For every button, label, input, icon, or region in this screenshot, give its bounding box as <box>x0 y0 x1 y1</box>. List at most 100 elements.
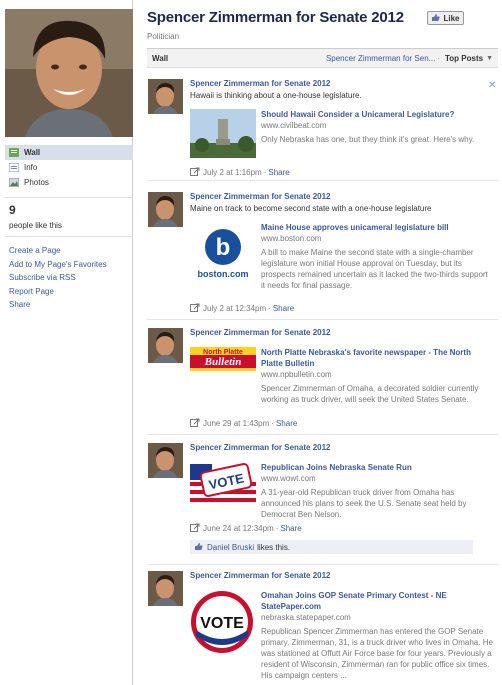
page-category: Politician <box>147 32 180 41</box>
thumbs-up-icon <box>194 542 203 553</box>
info-icon <box>8 162 20 173</box>
attachment-source: nebraska.statepaper.com <box>261 613 351 622</box>
attachment-image[interactable] <box>190 109 256 158</box>
share-icon <box>190 167 200 177</box>
wall-bar: Wall Spencer Zimmerman for Sen... · Top … <box>147 48 498 68</box>
svg-text:b: b <box>216 234 231 261</box>
story-meta: July 2 at 12:34pm · Share <box>190 303 294 313</box>
attachment-source: www.wowt.com <box>261 474 316 483</box>
story-message: Hawaii is thinking about a one-house leg… <box>190 91 362 100</box>
share-icon <box>190 418 200 428</box>
share-link[interactable]: Share <box>280 524 301 533</box>
story-actor[interactable]: Spencer Zimmerman for Senate 2012 <box>190 443 331 452</box>
sidebar-item-photos[interactable]: Photos <box>5 175 133 190</box>
attachment-source: www.civilbeat.com <box>261 121 327 130</box>
attachment-title[interactable]: North Platte Nebraska's favorite newspap… <box>261 347 493 369</box>
sidebar-item-label: Info <box>24 163 38 172</box>
likes-count: 9 <box>9 203 16 217</box>
filter-page-name[interactable]: Spencer Zimmerman for Sen... <box>326 54 435 63</box>
divider <box>5 236 133 237</box>
avatar[interactable] <box>148 192 183 227</box>
wall-story: Spencer Zimmerman for Senate 2012 Hawaii… <box>147 79 498 181</box>
likes-text: likes this. <box>257 542 291 552</box>
wall-story: Spencer Zimmerman for Senate 2012 VOTE R… <box>147 443 498 565</box>
photos-icon <box>8 177 20 188</box>
attachment-body: Should Hawaii Consider a Unicameral Legi… <box>261 109 493 145</box>
attachment-description: Only Nebraska has one, but they think it… <box>261 135 475 144</box>
create-page-link[interactable]: Create a Page <box>9 244 107 258</box>
add-favorites-link[interactable]: Add to My Page's Favorites <box>9 258 107 272</box>
like-button-label: Like <box>443 13 460 23</box>
attachment-description: Spencer Zimmerman of Omaha, a decorated … <box>261 384 479 404</box>
attachment-body: Omahan Joins GOP Senate Primary Contest … <box>261 590 493 681</box>
attachment-image-text: VOTE <box>200 615 244 632</box>
share-link[interactable]: Share <box>276 419 297 428</box>
wall-story: Spencer Zimmerman for Senate 2012 VOTE O… <box>147 571 498 685</box>
wall-filter[interactable]: Spencer Zimmerman for Sen... · Top Posts… <box>326 54 493 63</box>
avatar[interactable] <box>148 571 183 606</box>
attachment-image[interactable]: North Platte Bulletin <box>190 347 256 371</box>
divider <box>5 197 133 198</box>
profile-photo[interactable] <box>5 9 133 137</box>
chevron-down-icon[interactable]: ▼ <box>486 55 493 62</box>
subscribe-rss-link[interactable]: Subscribe via RSS <box>9 271 107 285</box>
sidebar-nav: Wall Info Photos <box>5 145 133 190</box>
story-time[interactable]: June 29 at 1:43pm <box>203 419 269 428</box>
attachment-image-text: boston.com <box>198 269 249 279</box>
attachment-body: North Platte Nebraska's favorite newspap… <box>261 347 493 405</box>
story-time[interactable]: July 2 at 12:34pm <box>203 304 266 313</box>
avatar[interactable] <box>148 443 183 478</box>
attachment-image[interactable]: b boston.com <box>190 222 256 284</box>
wall-story: Spencer Zimmerman for Senate 2012 Maine … <box>147 192 498 320</box>
svg-text:Bulletin: Bulletin <box>204 356 242 368</box>
page-header: Spencer Zimmerman for Senate 2012 Politi… <box>147 9 404 41</box>
report-page-link[interactable]: Report Page <box>9 285 107 299</box>
attachment-description: A bill to make Maine the second state wi… <box>261 248 488 290</box>
share-icon <box>190 523 200 533</box>
sidebar-item-wall[interactable]: Wall <box>5 145 133 160</box>
attachment-title[interactable]: Should Hawaii Consider a Unicameral Legi… <box>261 109 493 120</box>
avatar[interactable] <box>148 328 183 363</box>
wall-story: Spencer Zimmerman for Senate 2012 North … <box>147 328 498 435</box>
sidebar-item-label: Wall <box>24 148 41 157</box>
story-meta: July 2 at 1:16pm · Share <box>190 167 290 177</box>
attachment-source: www.npbulletin.com <box>261 370 332 379</box>
story-time[interactable]: June 24 at 12:34pm <box>203 524 274 533</box>
story-actor[interactable]: Spencer Zimmerman for Senate 2012 <box>190 571 331 580</box>
wall-label: Wall <box>152 53 169 63</box>
attachment-title[interactable]: Republican Joins Nebraska Senate Run <box>261 462 493 473</box>
attachment-description: A 31-year-old Republican truck driver fr… <box>261 488 467 519</box>
attachment-title[interactable]: Omahan Joins GOP Senate Primary Contest … <box>261 590 493 612</box>
attachment-body: Maine House approves unicameral legislat… <box>261 222 493 291</box>
thumbs-up-icon <box>431 13 441 24</box>
likes-box: 9 people like this <box>9 203 62 230</box>
sidebar-item-info[interactable]: Info <box>5 160 133 175</box>
share-icon <box>190 303 200 313</box>
attachment-title[interactable]: Maine House approves unicameral legislat… <box>261 222 493 233</box>
likes-label[interactable]: people like this <box>9 221 62 230</box>
attachment-image[interactable]: VOTE <box>190 462 256 502</box>
story-meta: June 24 at 12:34pm · Share <box>190 523 302 533</box>
share-link[interactable]: Share <box>268 168 289 177</box>
story-message: Maine on track to become second state wi… <box>190 204 432 213</box>
like-button[interactable]: Like <box>427 11 464 25</box>
attachment-body: Republican Joins Nebraska Senate Run www… <box>261 462 493 520</box>
page-links: Create a Page Add to My Page's Favorites… <box>9 244 107 312</box>
liker-name[interactable]: Daniel Bruski <box>207 543 254 552</box>
story-actor[interactable]: Spencer Zimmerman for Senate 2012 <box>190 328 331 337</box>
share-link[interactable]: Share <box>273 304 294 313</box>
left-column: Wall Info Photos 9 people like this Crea… <box>0 0 133 685</box>
sort-dropdown[interactable]: Top Posts <box>445 54 483 63</box>
story-likes-row: Daniel Bruski likes this. <box>190 540 473 554</box>
avatar[interactable] <box>148 79 183 114</box>
sidebar-item-label: Photos <box>24 178 49 187</box>
story-meta: June 29 at 1:43pm · Share <box>190 418 297 428</box>
story-time[interactable]: July 2 at 1:16pm <box>203 168 262 177</box>
story-actor[interactable]: Spencer Zimmerman for Senate 2012 <box>190 79 331 88</box>
story-actor[interactable]: Spencer Zimmerman for Senate 2012 <box>190 192 331 201</box>
attachment-description: Republican Spencer Zimmerman has entered… <box>261 627 493 680</box>
attachment-image[interactable]: VOTE <box>190 590 254 654</box>
share-page-link[interactable]: Share <box>9 298 107 312</box>
page-title: Spencer Zimmerman for Senate 2012 <box>147 9 404 26</box>
wall-icon <box>9 148 19 157</box>
